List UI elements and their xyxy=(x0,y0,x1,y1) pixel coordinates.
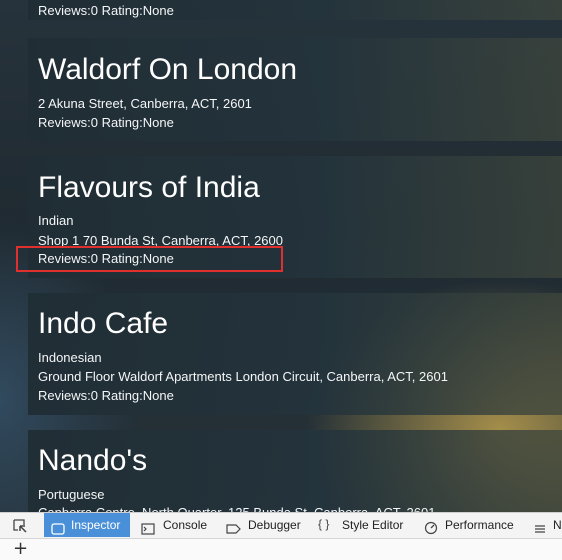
restaurant-name[interactable]: Flavours of India xyxy=(38,170,260,206)
restaurant-name[interactable]: Nando's xyxy=(38,443,147,479)
restaurant-cuisine: Indian xyxy=(38,213,74,228)
restaurant-reviews: Reviews:0 Rating:None xyxy=(38,388,174,403)
restaurant-address: Canberra Centre, North Quarter, 125 Bund… xyxy=(38,504,435,512)
restaurant-cuisine: Portuguese xyxy=(38,487,105,502)
tab-label: Style Editor xyxy=(342,518,404,532)
element-picker-icon[interactable] xyxy=(12,518,28,534)
tab-inspector[interactable]: Inspector xyxy=(44,513,130,537)
tab-label: N xyxy=(553,518,562,532)
tab-console[interactable]: Console xyxy=(141,513,211,537)
performance-icon xyxy=(424,519,438,535)
debugger-icon xyxy=(226,519,241,534)
restaurant-address: 2 Akuna Street, Canberra, ACT, 2601 xyxy=(38,96,252,111)
restaurant-name[interactable]: Waldorf On London xyxy=(38,52,297,88)
inspector-icon xyxy=(51,519,65,535)
tab-label: Debugger xyxy=(248,518,301,532)
devtools-command-row: + xyxy=(0,539,562,560)
devtools-toolbar: Inspector Console Debugger { } Style Edi… xyxy=(0,513,562,539)
restaurant-card[interactable]: Reviews:0 Rating:None xyxy=(28,0,562,20)
restaurant-card[interactable]: Waldorf On London 2 Akuna Street, Canber… xyxy=(28,38,562,141)
tab-network[interactable]: N xyxy=(533,513,562,537)
restaurant-address: Ground Floor Waldorf Apartments London C… xyxy=(38,369,448,384)
restaurant-list: Reviews:0 Rating:None Waldorf On London … xyxy=(0,0,562,512)
restaurant-card[interactable]: Nando's Portuguese Canberra Centre, Nort… xyxy=(28,430,562,512)
tab-label: Console xyxy=(163,518,208,532)
tab-debugger[interactable]: Debugger xyxy=(226,513,304,537)
restaurant-name[interactable]: Indo Cafe xyxy=(38,306,168,342)
tab-style-editor[interactable]: { } Style Editor xyxy=(318,513,408,537)
restaurant-reviews: Reviews:0 Rating:None xyxy=(38,115,174,130)
console-icon xyxy=(141,519,155,535)
network-icon xyxy=(533,519,547,533)
add-icon[interactable]: + xyxy=(13,540,28,558)
tab-performance[interactable]: Performance xyxy=(424,513,516,537)
style-editor-icon: { } xyxy=(318,517,330,531)
restaurant-cuisine: Indonesian xyxy=(38,350,102,365)
restaurant-reviews: Reviews:0 Rating:None xyxy=(38,3,174,18)
tab-label: Performance xyxy=(445,518,514,532)
highlight-box xyxy=(16,246,283,272)
devtools-panel: Inspector Console Debugger { } Style Edi… xyxy=(0,512,562,560)
restaurant-card[interactable]: Indo Cafe Indonesian Ground Floor Waldor… xyxy=(28,293,562,415)
tab-label: Inspector xyxy=(71,518,121,532)
